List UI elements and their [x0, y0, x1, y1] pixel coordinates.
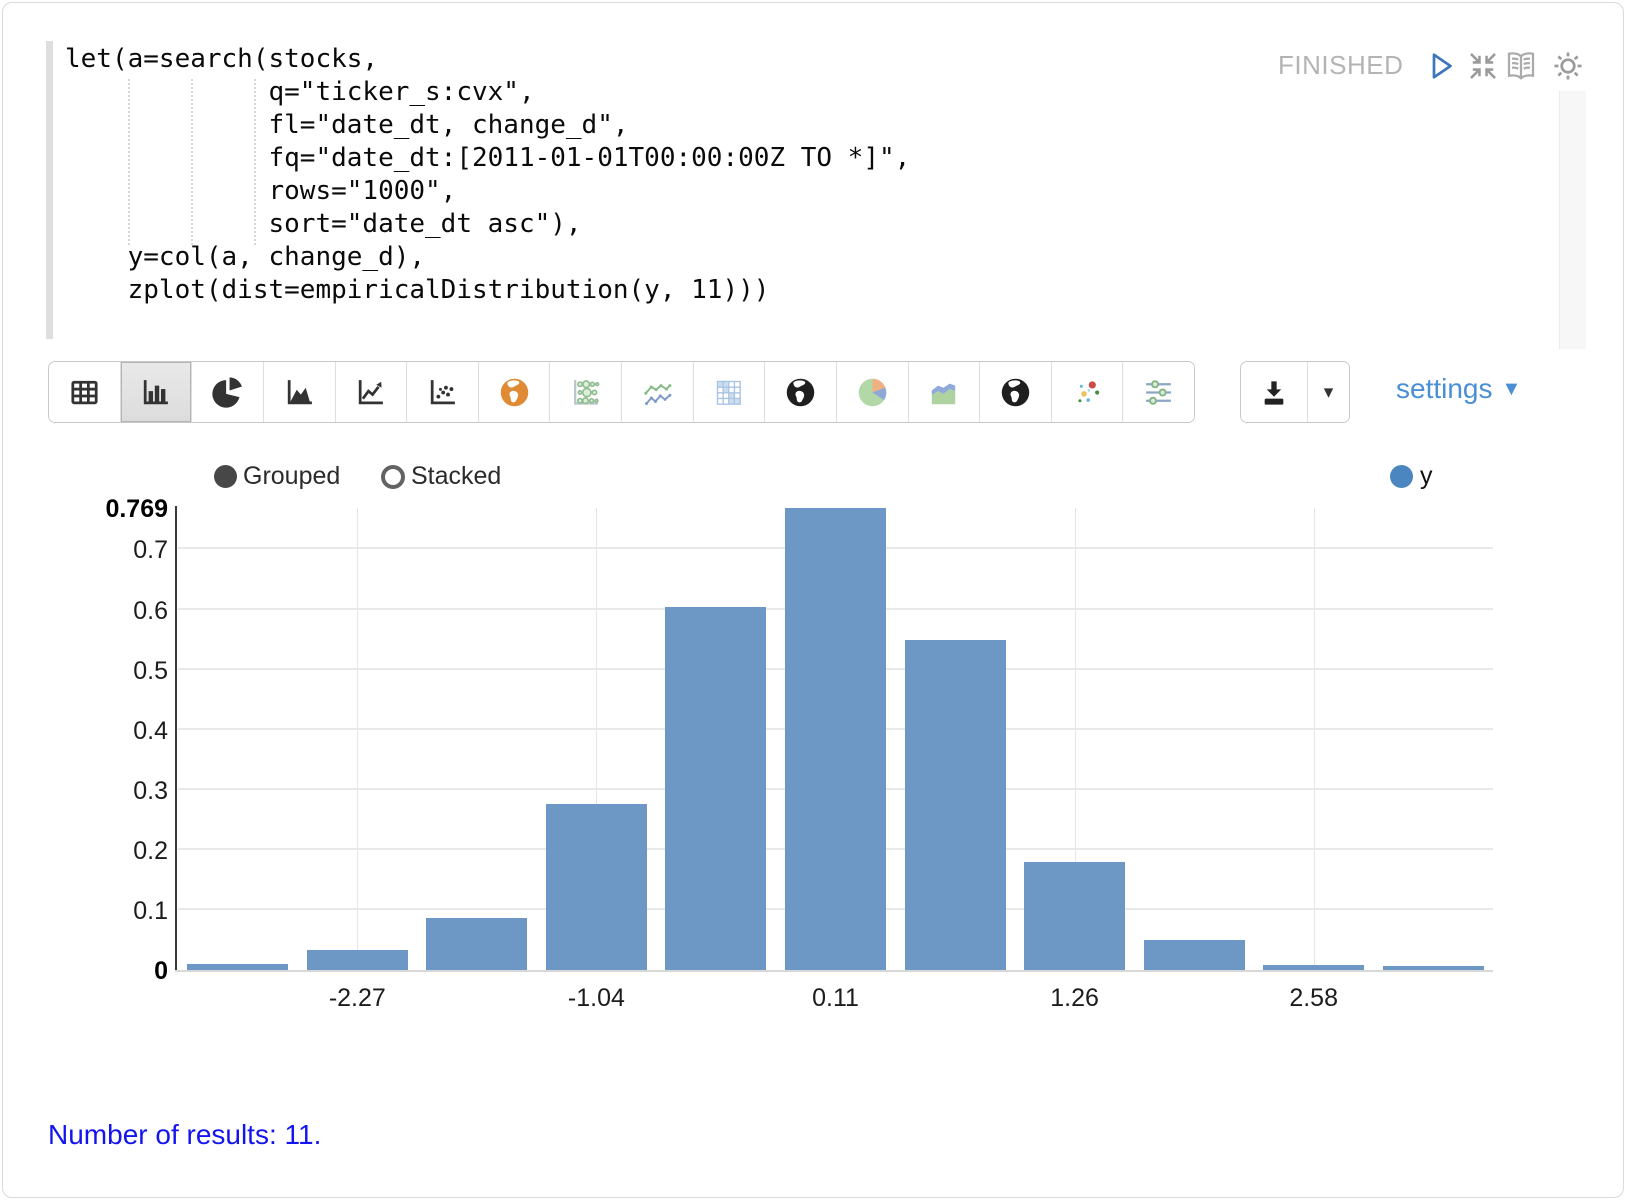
- globe-orange-icon: [498, 376, 531, 409]
- y-tick-label: 0.7: [133, 536, 168, 564]
- x-tick-label: 0.11: [766, 984, 906, 1013]
- bar[interactable]: [307, 950, 408, 970]
- radio-selected-icon: [214, 465, 237, 488]
- pie-chart-icon: [211, 376, 244, 409]
- bar[interactable]: [426, 918, 527, 970]
- chart-type-pie-chart-colored-button[interactable]: [837, 362, 909, 422]
- area-chart-colored-icon: [927, 376, 960, 409]
- y-tick-label: 0.6: [133, 597, 168, 625]
- editor-scrollbar[interactable]: [1559, 91, 1586, 349]
- globe-dark-icon: [784, 376, 817, 409]
- chart-type-bar-chart-button[interactable]: [121, 362, 193, 422]
- settings-link[interactable]: settings ▼: [1396, 373, 1521, 405]
- x-tick-label: 1.26: [1005, 984, 1145, 1013]
- grouped-label: Grouped: [243, 462, 340, 491]
- chart-type-area-chart-button[interactable]: [264, 362, 336, 422]
- settings-label: settings: [1396, 373, 1493, 404]
- grouped-toggle[interactable]: Grouped: [214, 462, 340, 491]
- gridline-vertical: [357, 508, 358, 970]
- y-tick-label: 0.1: [133, 897, 168, 925]
- stacked-label: Stacked: [411, 462, 501, 491]
- bar[interactable]: [1144, 940, 1245, 970]
- bar[interactable]: [187, 964, 288, 970]
- gridline-vertical: [1314, 508, 1315, 970]
- download-dropdown-button[interactable]: ▾: [1307, 362, 1349, 422]
- multi-line-chart-icon: [641, 376, 674, 409]
- legend-swatch-icon: [1390, 465, 1413, 488]
- editor-gutter-bar: [46, 41, 53, 339]
- line-chart-icon: [354, 376, 387, 409]
- collapse-icon: [1464, 49, 1502, 83]
- radio-unselected-icon: [381, 465, 405, 489]
- run-icon: [1421, 48, 1459, 84]
- chart-type-line-chart-button[interactable]: [336, 362, 408, 422]
- download-button[interactable]: [1241, 362, 1307, 422]
- legend-label: y: [1420, 462, 1433, 491]
- x-tick-label: 2.58: [1244, 984, 1384, 1013]
- bar[interactable]: [1263, 965, 1364, 970]
- chart-type-parallel-coordinates-button[interactable]: [1123, 362, 1194, 422]
- results-count: Number of results: 11.: [48, 1119, 321, 1151]
- x-axis-labels: -2.27 -1.04 0.11 1.26 2.58: [178, 984, 1493, 1016]
- chart-type-multi-line-chart-button[interactable]: [622, 362, 694, 422]
- bar[interactable]: [785, 508, 886, 970]
- chart-type-area-chart-colored-button[interactable]: [909, 362, 981, 422]
- indent-guide: [191, 79, 193, 245]
- download-group: ▾: [1240, 361, 1350, 423]
- pie-chart-colored-icon: [856, 376, 889, 409]
- y-tick-label: 0.3: [133, 777, 168, 805]
- scatter-plot-icon: [426, 376, 459, 409]
- bar[interactable]: [905, 640, 1006, 970]
- bar-chart-icon: [139, 376, 172, 409]
- chart-type-heatmap-button[interactable]: [694, 362, 766, 422]
- chart-type-bubble-chart-button[interactable]: [550, 362, 622, 422]
- caret-down-icon: ▾: [1324, 381, 1334, 404]
- chart-type-pie-chart-button[interactable]: [192, 362, 264, 422]
- show-editor-icon: [1502, 48, 1540, 84]
- heatmap-icon: [712, 376, 745, 409]
- paragraph-status: FINISHED: [1278, 50, 1403, 81]
- parallel-coordinates-icon: [1142, 376, 1175, 409]
- y-tick-label: 0.5: [133, 657, 168, 685]
- bar[interactable]: [1024, 862, 1125, 970]
- stacked-toggle[interactable]: Stacked: [381, 462, 501, 491]
- indent-guide: [254, 79, 256, 245]
- chart-type-scatter-colored-button[interactable]: [1052, 362, 1124, 422]
- globe-dark-2-icon: [999, 376, 1032, 409]
- settings-gear-icon: [1549, 48, 1587, 84]
- show-editor-button[interactable]: [1502, 47, 1540, 85]
- x-tick-label: -1.04: [526, 984, 666, 1013]
- chart-type-globe-dark-2-button[interactable]: [980, 362, 1052, 422]
- bar[interactable]: [546, 804, 647, 970]
- x-tick-label: -2.27: [287, 984, 427, 1013]
- plot-area: [178, 508, 1493, 970]
- paragraph-card: let(a=search(stocks, q="ticker_s:cvx", f…: [2, 2, 1624, 1198]
- y-tick-label: 0: [154, 957, 168, 985]
- paragraph-settings-button[interactable]: [1549, 47, 1587, 85]
- y-max-label: 0.769: [105, 495, 168, 523]
- table-icon: [68, 376, 101, 409]
- y-tick-label: 0.4: [133, 717, 168, 745]
- chart-type-globe-dark-button[interactable]: [765, 362, 837, 422]
- collapse-button[interactable]: [1464, 47, 1502, 85]
- area-chart-icon: [283, 376, 316, 409]
- y-axis-labels: 00.10.20.30.40.50.60.70.769: [58, 506, 168, 972]
- run-button[interactable]: [1421, 47, 1459, 85]
- chart-type-toolbar: [48, 361, 1195, 423]
- chart-type-table-button[interactable]: [49, 362, 121, 422]
- caret-down-icon: ▼: [1502, 378, 1522, 400]
- chart-type-scatter-plot-button[interactable]: [407, 362, 479, 422]
- download-icon: [1258, 376, 1290, 408]
- bar[interactable]: [1383, 966, 1484, 970]
- legend-item-y[interactable]: y: [1390, 462, 1433, 491]
- indent-guide: [128, 79, 130, 245]
- x-axis-line: [175, 970, 1493, 972]
- bar[interactable]: [665, 607, 766, 970]
- scatter-colored-icon: [1071, 376, 1104, 409]
- zeppelin-paragraph: let(a=search(stocks, q="ticker_s:cvx", f…: [0, 0, 1632, 1202]
- chart-type-globe-orange-button[interactable]: [479, 362, 551, 422]
- bubble-chart-icon: [569, 376, 602, 409]
- y-axis-line: [175, 506, 177, 971]
- y-tick-label: 0.2: [133, 837, 168, 865]
